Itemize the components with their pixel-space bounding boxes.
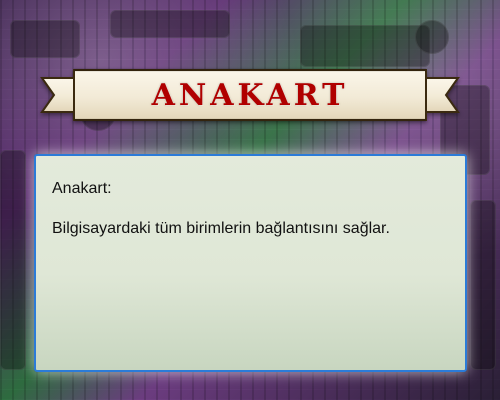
slide: ANAKART Anakart: Bilgisayardaki tüm biri… [0,0,500,400]
motherboard-component [470,200,496,370]
motherboard-component [10,20,80,58]
definition-text: Bilgisayardaki tüm birimlerin bağlantısı… [52,220,390,237]
title-banner: ANAKART [40,60,460,130]
banner-title: ANAKART [151,78,349,113]
motherboard-component [0,150,26,370]
capacitor [415,20,449,54]
term-label: Anakart: [52,180,112,197]
content-card: Anakart: Bilgisayardaki tüm birimlerin b… [34,154,467,372]
motherboard-component [110,10,230,38]
content-card-body: Anakart: Bilgisayardaki tüm birimlerin b… [52,180,449,354]
